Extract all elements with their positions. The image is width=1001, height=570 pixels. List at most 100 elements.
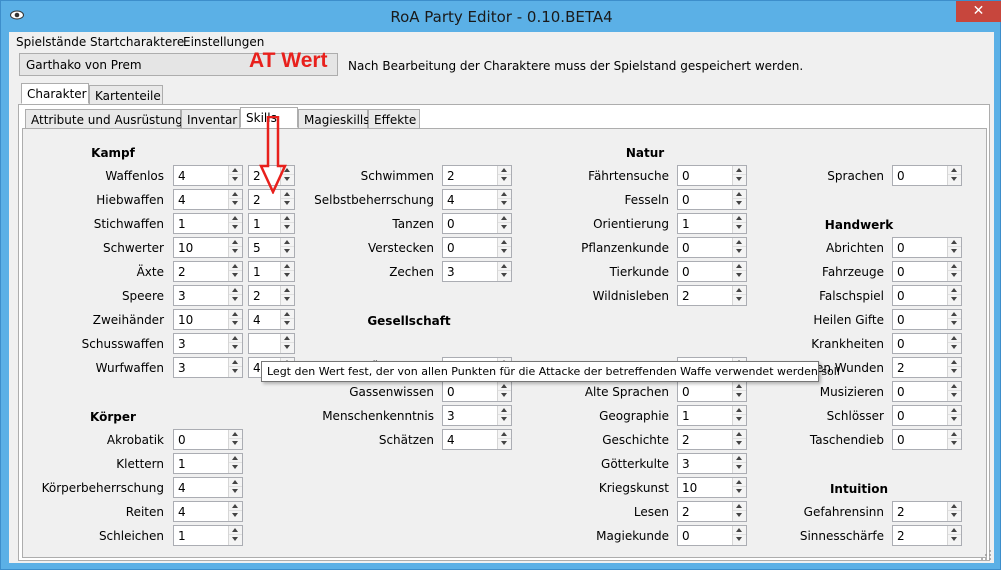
- spinner-arrows[interactable]: [947, 502, 961, 521]
- skill-schloesser-value[interactable]: 0: [897, 409, 905, 423]
- skill-sinnesschaerfe[interactable]: 2: [892, 525, 962, 546]
- spinner-arrows[interactable]: [228, 502, 242, 521]
- spin-down-icon[interactable]: [498, 247, 511, 256]
- spin-down-icon[interactable]: [733, 391, 746, 400]
- spin-down-icon[interactable]: [733, 463, 746, 472]
- skill-gassenwissen[interactable]: 0: [442, 381, 512, 402]
- spinner-arrows[interactable]: [497, 190, 511, 209]
- skill-fahrzeuge[interactable]: 0: [892, 261, 962, 282]
- skill-fesseln[interactable]: 0: [677, 189, 747, 210]
- tab-effekte[interactable]: Effekte: [368, 109, 420, 130]
- spin-up-icon[interactable]: [733, 214, 746, 223]
- spin-up-icon[interactable]: [229, 526, 242, 535]
- at-aexte[interactable]: 1: [248, 261, 295, 282]
- spin-down-icon[interactable]: [733, 199, 746, 208]
- spin-up-icon[interactable]: [229, 334, 242, 343]
- spin-up-icon[interactable]: [229, 454, 242, 463]
- skill-orientierung[interactable]: 1: [677, 213, 747, 234]
- title-bar[interactable]: RoA Party Editor - 0.10.BETA4 ✕: [1, 1, 1001, 32]
- skill-waffenlos-value[interactable]: 4: [178, 169, 186, 183]
- spin-down-icon[interactable]: [229, 223, 242, 232]
- spinner-arrows[interactable]: [947, 358, 961, 377]
- spin-up-icon[interactable]: [733, 454, 746, 463]
- skill-schwerter-value[interactable]: 10: [178, 241, 193, 255]
- spin-up-icon[interactable]: [948, 382, 961, 391]
- skill-kriegskunst[interactable]: 10: [677, 477, 747, 498]
- spinner-arrows[interactable]: [497, 406, 511, 425]
- skill-heilen-wunden-value[interactable]: 2: [897, 361, 905, 375]
- spin-up-icon[interactable]: [498, 190, 511, 199]
- spin-down-icon[interactable]: [733, 223, 746, 232]
- spinner-arrows[interactable]: [497, 238, 511, 257]
- spin-up-icon[interactable]: [733, 238, 746, 247]
- menu-einstellungen[interactable]: Einstellungen: [183, 35, 264, 49]
- spin-down-icon[interactable]: [948, 319, 961, 328]
- spinner-arrows[interactable]: [280, 214, 294, 233]
- spinner-arrows[interactable]: [497, 382, 511, 401]
- skill-speere[interactable]: 3: [173, 285, 243, 306]
- spin-up-icon[interactable]: [229, 430, 242, 439]
- spin-up-icon[interactable]: [229, 502, 242, 511]
- spinner-arrows[interactable]: [947, 430, 961, 449]
- skill-tanzen[interactable]: 0: [442, 213, 512, 234]
- spinner-arrows[interactable]: [228, 262, 242, 281]
- skill-musizieren[interactable]: 0: [892, 381, 962, 402]
- spinner-arrows[interactable]: [280, 310, 294, 329]
- skill-schleichen[interactable]: 1: [173, 525, 243, 546]
- skill-krankheiten[interactable]: 0: [892, 333, 962, 354]
- skill-zechen-value[interactable]: 3: [447, 265, 455, 279]
- spinner-arrows[interactable]: [228, 214, 242, 233]
- skill-verstecken-value[interactable]: 0: [447, 241, 455, 255]
- spin-up-icon[interactable]: [733, 382, 746, 391]
- skill-selbstbeherrschung-value[interactable]: 4: [447, 193, 455, 207]
- spin-down-icon[interactable]: [948, 367, 961, 376]
- spin-down-icon[interactable]: [948, 247, 961, 256]
- spinner-arrows[interactable]: [732, 262, 746, 281]
- spin-up-icon[interactable]: [948, 166, 961, 175]
- skill-tierkunde[interactable]: 0: [677, 261, 747, 282]
- skill-abrichten[interactable]: 0: [892, 237, 962, 258]
- spinner-arrows[interactable]: [732, 406, 746, 425]
- skill-wurfwaffen-value[interactable]: 3: [178, 361, 186, 375]
- skill-schwimmen-value[interactable]: 2: [447, 169, 455, 183]
- spinner-arrows[interactable]: [732, 238, 746, 257]
- skill-magiekunde-value[interactable]: 0: [682, 529, 690, 543]
- skill-schaetzen-value[interactable]: 4: [447, 433, 455, 447]
- menu-spielstaende[interactable]: Spielstände: [16, 35, 86, 49]
- skill-lesen[interactable]: 2: [677, 501, 747, 522]
- spinner-arrows[interactable]: [497, 166, 511, 185]
- skill-schusswaffen[interactable]: 3: [173, 333, 243, 354]
- tab-kartenteile[interactable]: Kartenteile: [89, 85, 163, 106]
- spin-down-icon[interactable]: [733, 271, 746, 280]
- skill-menschenkenntnis[interactable]: 3: [442, 405, 512, 426]
- skill-heilen-gifte[interactable]: 0: [892, 309, 962, 330]
- skill-waffenlos[interactable]: 4: [173, 165, 243, 186]
- spin-up-icon[interactable]: [229, 478, 242, 487]
- skill-orientierung-value[interactable]: 1: [682, 217, 690, 231]
- spinner-arrows[interactable]: [732, 430, 746, 449]
- skill-gassenwissen-value[interactable]: 0: [447, 385, 455, 399]
- skill-speere-value[interactable]: 3: [178, 289, 186, 303]
- spin-up-icon[interactable]: [498, 406, 511, 415]
- spinner-arrows[interactable]: [947, 166, 961, 185]
- spin-up-icon[interactable]: [229, 214, 242, 223]
- spin-up-icon[interactable]: [948, 526, 961, 535]
- tab-inventar[interactable]: Inventar: [181, 109, 240, 130]
- spin-down-icon[interactable]: [948, 295, 961, 304]
- skill-aexte[interactable]: 2: [173, 261, 243, 282]
- spin-down-icon[interactable]: [229, 439, 242, 448]
- spin-down-icon[interactable]: [229, 175, 242, 184]
- spin-up-icon[interactable]: [948, 358, 961, 367]
- spin-up-icon[interactable]: [948, 238, 961, 247]
- spin-down-icon[interactable]: [281, 319, 294, 328]
- skill-abrichten-value[interactable]: 0: [897, 241, 905, 255]
- spinner-arrows[interactable]: [947, 334, 961, 353]
- skill-taschendieb[interactable]: 0: [892, 429, 962, 450]
- spin-up-icon[interactable]: [498, 430, 511, 439]
- spinner-arrows[interactable]: [732, 454, 746, 473]
- spinner-arrows[interactable]: [947, 382, 961, 401]
- spin-down-icon[interactable]: [498, 223, 511, 232]
- spin-down-icon[interactable]: [229, 367, 242, 376]
- spin-down-icon[interactable]: [733, 535, 746, 544]
- at-speere-value[interactable]: 2: [253, 289, 261, 303]
